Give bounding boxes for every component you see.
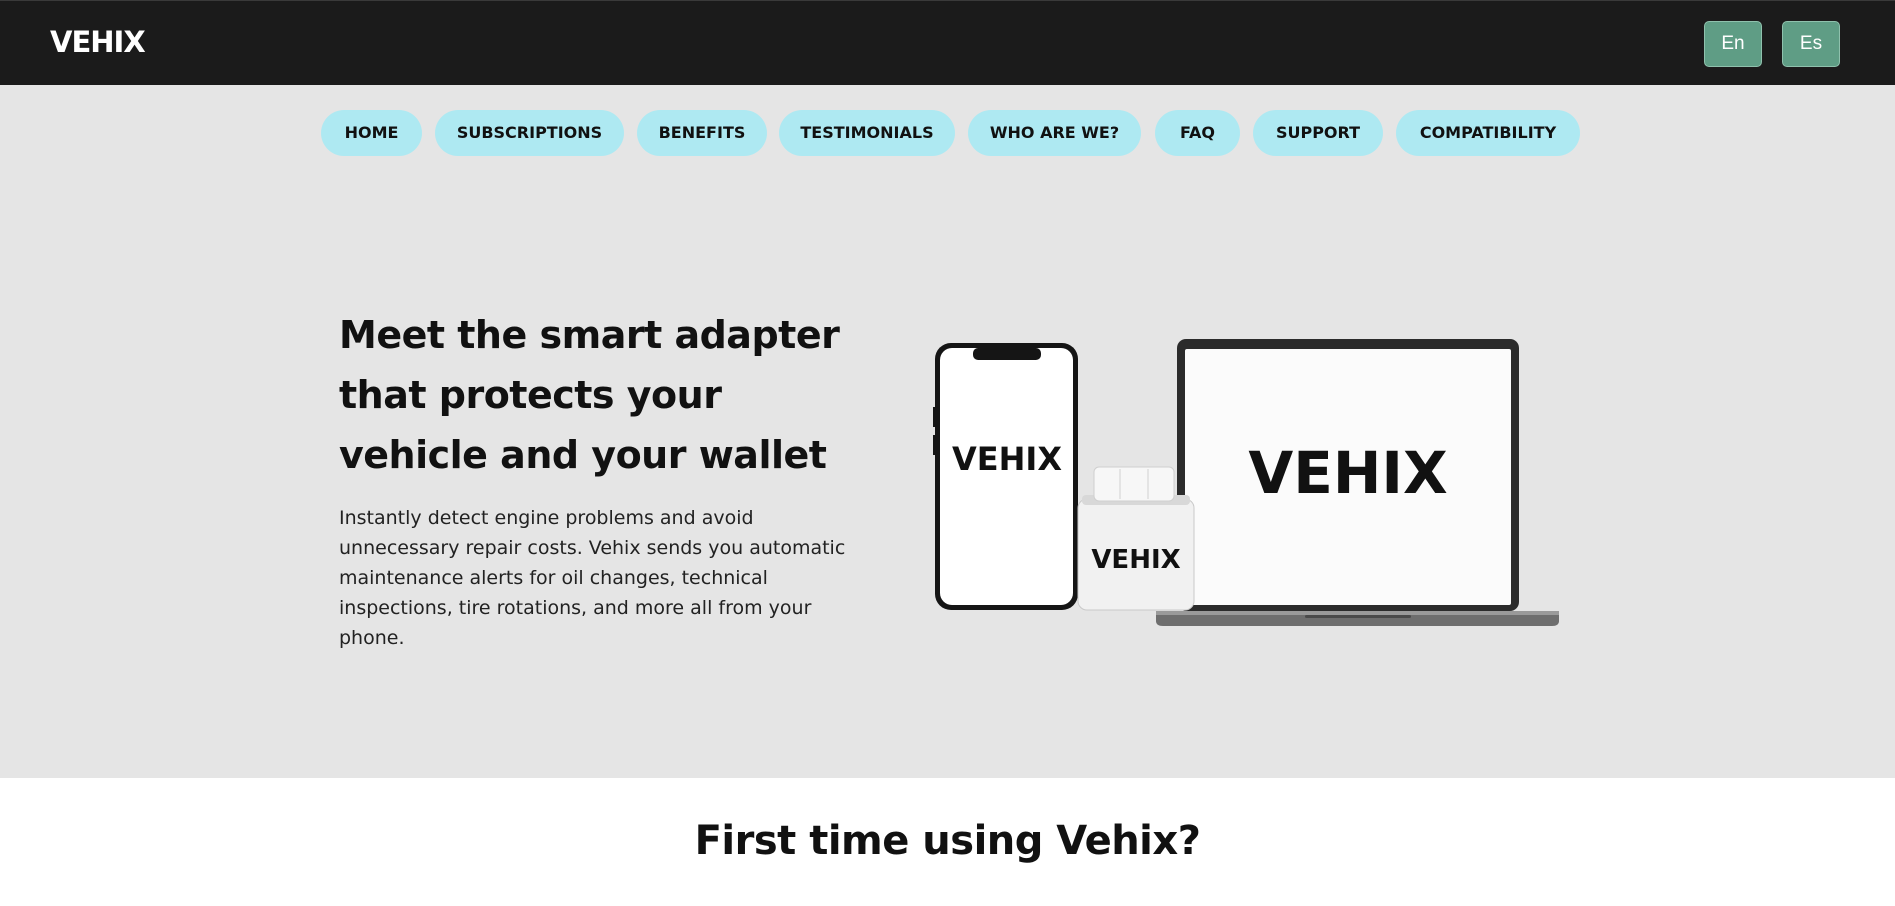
section-title: First time using Vehix?: [694, 818, 1201, 864]
laptop-screen-logo: VEHIX: [1248, 439, 1447, 507]
adapter-image: VEHIX: [1077, 466, 1195, 611]
top-bar: VEHIX En Es: [0, 0, 1895, 85]
nav-item-support[interactable]: SUPPORT: [1253, 110, 1383, 156]
product-illustration: VEHIX VEHIX VEHIX: [930, 335, 1560, 705]
nav-item-benefits[interactable]: BENEFITS: [637, 110, 767, 156]
nav-item-home[interactable]: HOME: [321, 110, 422, 156]
hero-section: HOME SUBSCRIPTIONS BENEFITS TESTIMONIALS…: [0, 85, 1895, 778]
nav-item-faq[interactable]: FAQ: [1155, 110, 1240, 156]
nav-item-subscriptions[interactable]: SUBSCRIPTIONS: [435, 110, 624, 156]
phone-image: VEHIX: [933, 343, 1078, 610]
language-en-button[interactable]: En: [1704, 21, 1762, 67]
adapter-logo: VEHIX: [1091, 545, 1180, 575]
hero-description: Instantly detect engine problems and avo…: [339, 507, 846, 649]
brand-logo[interactable]: VEHIX: [50, 25, 146, 59]
hero-title: Meet the smart adapter that protects you…: [339, 313, 840, 477]
phone-screen-logo: VEHIX: [952, 440, 1062, 478]
laptop-image: VEHIX: [1156, 339, 1559, 626]
nav-item-who-are-we[interactable]: WHO ARE WE?: [968, 110, 1141, 156]
language-es-button[interactable]: Es: [1782, 21, 1840, 67]
nav-item-testimonials[interactable]: TESTIMONIALS: [779, 110, 955, 156]
nav-item-compatibility[interactable]: COMPATIBILITY: [1396, 110, 1580, 156]
